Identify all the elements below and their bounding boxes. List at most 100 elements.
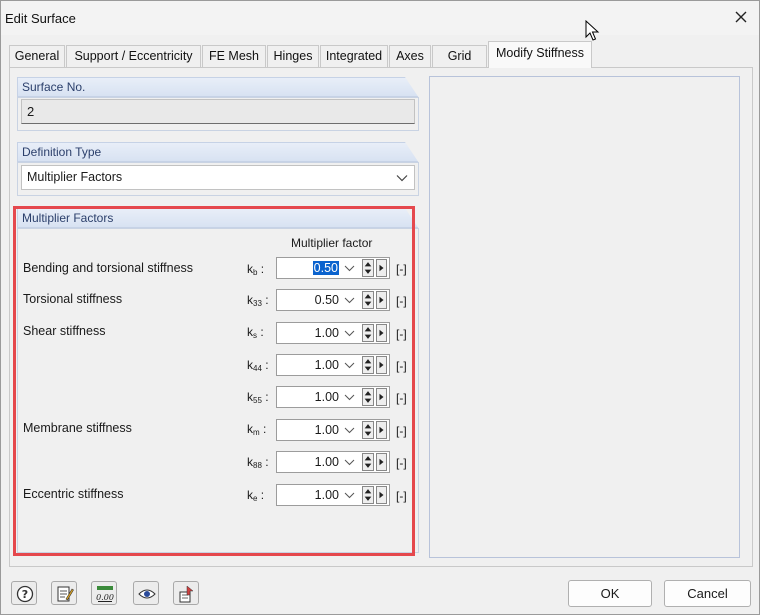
surface-no-label: Surface No. [22,80,86,94]
unit-label: [-] [396,327,407,341]
k44-spinbox[interactable]: 1.00 [276,354,390,376]
units-button[interactable]: 0.00 [91,581,117,605]
help-button[interactable]: ? [11,581,37,605]
k33-value[interactable]: 0.50 [277,290,339,310]
unit-label: [-] [396,294,407,308]
symbol-k33: k33 : [247,293,269,308]
tab-support-eccentricity[interactable]: Support / Eccentricity [66,45,201,67]
symbol-k55: k55 : [247,390,269,405]
export-button[interactable] [173,581,199,605]
chevron-down-icon[interactable] [344,490,355,501]
play-arrow-icon[interactable] [376,356,387,374]
play-arrow-icon[interactable] [376,324,387,342]
svg-text:?: ? [22,588,28,601]
play-arrow-icon[interactable] [376,388,387,406]
ks-spinbox[interactable]: 1.00 [276,322,390,344]
spin-updown-icon[interactable] [362,421,374,439]
unit-label: [-] [396,424,407,438]
k33-spinbox[interactable]: 0.50 [276,289,390,311]
spin-updown-icon[interactable] [362,324,374,342]
play-arrow-icon[interactable] [376,453,387,471]
unit-label: [-] [396,489,407,503]
window-title: Edit Surface [5,11,76,26]
title-bar: Edit Surface [1,1,759,41]
chevron-down-icon [396,175,408,182]
unit-label: [-] [396,456,407,470]
definition-type-dropdown[interactable]: Multiplier Factors [21,165,415,190]
spin-updown-icon[interactable] [362,259,374,277]
km-value[interactable]: 1.00 [277,420,339,440]
play-arrow-icon[interactable] [376,486,387,504]
spin-updown-icon[interactable] [362,388,374,406]
spin-updown-icon[interactable] [362,291,374,309]
svg-text:0.00: 0.00 [96,593,114,602]
kb-value[interactable]: 0.50 [277,258,339,278]
chevron-down-icon[interactable] [344,425,355,436]
row-label-bending-torsional: Bending and torsional stiffness [23,261,194,275]
tab-hinges[interactable]: Hinges [267,45,319,67]
edit-icon [57,586,74,602]
edit-surface-dialog: Edit Surface General Support / Eccentric… [0,0,760,615]
k88-value[interactable]: 1.00 [277,452,339,472]
mouse-cursor-icon [585,20,600,41]
multiplier-factors-header: Multiplier Factors [17,208,419,229]
tab-grid[interactable]: Grid [432,45,487,67]
chevron-down-icon[interactable] [344,392,355,403]
row-label-torsional: Torsional stiffness [23,292,123,306]
view-icon [138,589,156,599]
unit-label: [-] [396,359,407,373]
chevron-down-icon[interactable] [344,295,355,306]
ok-button[interactable]: OK [568,580,652,607]
tab-fe-mesh[interactable]: FE Mesh [202,45,266,67]
symbol-k44: k44 : [247,358,269,373]
ke-value[interactable]: 1.00 [277,485,339,505]
symbol-ks: ks : [247,325,264,340]
symbol-k88: k88 : [247,455,269,470]
chevron-down-icon[interactable] [344,328,355,339]
tab-general[interactable]: General [9,45,65,67]
multiplier-factors-label: Multiplier Factors [22,211,114,225]
multiplier-factor-column-header: Multiplier factor [291,236,373,250]
ke-spinbox[interactable]: 1.00 [276,484,390,506]
symbol-ke: ke : [247,488,265,503]
k88-spinbox[interactable]: 1.00 [276,451,390,473]
spin-updown-icon[interactable] [362,486,374,504]
spin-updown-icon[interactable] [362,453,374,471]
tab-integrated[interactable]: Integrated [320,45,388,67]
kb-spinbox[interactable]: 0.50 [276,257,390,279]
play-arrow-icon[interactable] [376,259,387,277]
export-icon [179,585,194,603]
cancel-button[interactable]: Cancel [664,580,751,607]
surface-no-field: 2 [21,99,415,124]
k55-value[interactable]: 1.00 [277,387,339,407]
tab-axes[interactable]: Axes [389,45,431,67]
chevron-down-icon[interactable] [344,263,355,274]
play-arrow-icon[interactable] [376,421,387,439]
definition-type-label: Definition Type [22,145,102,159]
k44-value[interactable]: 1.00 [277,355,339,375]
unit-label: [-] [396,391,407,405]
k55-spinbox[interactable]: 1.00 [276,386,390,408]
tab-modify-stiffness[interactable]: Modify Stiffness [488,41,592,68]
chevron-down-icon[interactable] [344,457,355,468]
edit-button[interactable] [51,581,77,605]
spin-updown-icon[interactable] [362,356,374,374]
units-icon: 0.00 [96,586,114,602]
km-spinbox[interactable]: 1.00 [276,419,390,441]
play-arrow-icon[interactable] [376,291,387,309]
view-button[interactable] [133,581,159,605]
row-label-membrane: Membrane stiffness [23,421,132,435]
close-icon[interactable] [731,7,751,27]
symbol-kb: kb : [247,262,265,277]
help-icon: ? [16,585,34,603]
row-label-shear: Shear stiffness [23,324,106,338]
chevron-down-icon[interactable] [344,360,355,371]
unit-label: [-] [396,262,407,276]
preview-panel [429,76,740,558]
definition-type-header: Definition Type [17,142,419,163]
row-label-eccentric: Eccentric stiffness [23,487,124,501]
surface-no-header: Surface No. [17,77,419,98]
definition-type-value: Multiplier Factors [27,170,123,184]
symbol-km: km : [247,422,267,437]
ks-value[interactable]: 1.00 [277,323,339,343]
